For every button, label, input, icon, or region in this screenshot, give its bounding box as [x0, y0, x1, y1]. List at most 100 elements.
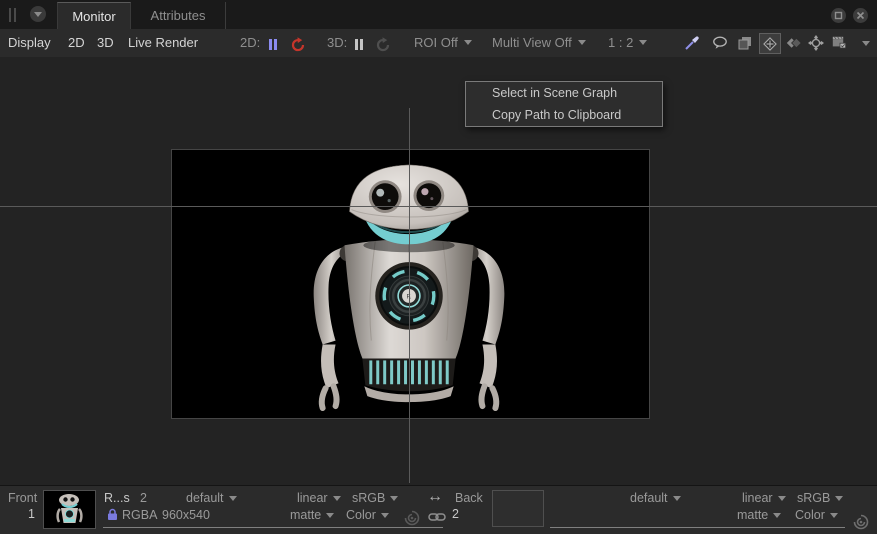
back-preset-dropdown[interactable]: default [630, 491, 681, 505]
menu-item-select-in-scene-graph[interactable]: Select in Scene Graph [466, 82, 662, 104]
render-settings-icon[interactable] [832, 34, 848, 50]
back-channel-view-value: Color [795, 508, 825, 522]
chevron-down-icon [326, 513, 334, 518]
tab-monitor-label: Monitor [72, 9, 115, 24]
chevron-down-icon [778, 496, 786, 501]
robot-thumbnail-image [44, 491, 95, 528]
front-preset-dropdown[interactable]: default [186, 491, 237, 505]
back-display-value: sRGB [797, 491, 830, 505]
tab-attributes[interactable]: Attributes [131, 2, 225, 29]
pause-2d-icon[interactable] [269, 39, 278, 50]
float-panel-button[interactable] [831, 8, 846, 23]
front-colorspace-dropdown[interactable]: linear [297, 491, 341, 505]
multi-view-label: Multi View Off [492, 35, 572, 50]
render-swirl-icon[interactable] [404, 510, 420, 526]
maximize-icon [834, 11, 843, 20]
front-display-value: sRGB [352, 491, 385, 505]
tab-monitor[interactable]: Monitor [57, 2, 131, 29]
front-section-slider[interactable] [103, 527, 443, 528]
crosshair-horizontal [0, 206, 877, 207]
front-slot-label: Front [8, 491, 37, 505]
pan-diamond-icon [763, 37, 777, 51]
back-colorspace-dropdown[interactable]: linear [742, 491, 786, 505]
back-slot-number: 2 [452, 507, 459, 521]
monitor-panel: Monitor Attributes Display 2D 3D Live Re… [0, 0, 877, 534]
link-buffers-icon[interactable] [428, 512, 446, 522]
crosshair-vertical [409, 108, 410, 483]
refresh-2d-icon[interactable] [290, 37, 306, 53]
menu-2d[interactable]: 2D [68, 35, 85, 50]
tab-attributes-label: Attributes [151, 8, 206, 23]
chevron-down-icon [229, 496, 237, 501]
back-display-dropdown[interactable]: sRGB [797, 491, 843, 505]
front-colorspace-value: linear [297, 491, 328, 505]
front-channels: RGBA [122, 508, 157, 522]
render-settings-chevron-icon[interactable] [862, 41, 870, 46]
back-channel-view-dropdown[interactable]: Color [795, 508, 838, 522]
close-panel-button[interactable] [853, 8, 868, 23]
menu-display[interactable]: Display [8, 35, 51, 50]
chevron-down-icon [34, 12, 42, 17]
buffer-bar: Front 1 R...s 2 RGBA 960x540 default lin… [0, 485, 877, 534]
back-slot-label: Back [455, 491, 483, 505]
front-matte-value: matte [290, 508, 321, 522]
roi-label: ROI Off [414, 35, 458, 50]
pan-tool-button[interactable] [759, 33, 781, 54]
chevron-down-icon [639, 40, 647, 45]
front-slot-number: 1 [28, 507, 35, 521]
label-3d-render: 3D: [327, 35, 347, 50]
label-2d-render: 2D: [240, 35, 260, 50]
chevron-down-icon [578, 40, 586, 45]
back-buffer-thumbnail[interactable] [492, 490, 544, 527]
panel-menu-button[interactable] [30, 6, 46, 22]
robot-render-image: F. [172, 150, 649, 418]
chevron-down-icon [464, 40, 472, 45]
chevron-down-icon [673, 496, 681, 501]
back-colorspace-value: linear [742, 491, 773, 505]
front-render-name: R...s [104, 491, 130, 505]
chevron-down-icon [830, 513, 838, 518]
eyedropper-icon[interactable] [684, 35, 700, 51]
tab-divider [225, 2, 226, 29]
front-resolution: 960x540 [162, 508, 210, 522]
back-matte-dropdown[interactable]: matte [737, 508, 781, 522]
panel-drag-handle[interactable] [9, 8, 17, 22]
render-swirl-icon[interactable] [853, 514, 869, 530]
roi-dropdown[interactable]: ROI Off [414, 35, 472, 50]
chevron-down-icon [773, 513, 781, 518]
menu-item-copy-path-to-clipboard[interactable]: Copy Path to Clipboard [466, 104, 662, 126]
back-matte-value: matte [737, 508, 768, 522]
front-render-count: 2 [140, 491, 147, 505]
lock-icon[interactable] [107, 508, 118, 521]
center-target-icon[interactable] [808, 35, 824, 51]
menu-live-render[interactable]: Live Render [128, 35, 198, 50]
front-display-dropdown[interactable]: sRGB [352, 491, 398, 505]
chevron-down-icon [390, 496, 398, 501]
context-menu: Select in Scene Graph Copy Path to Clipb… [465, 81, 663, 127]
back-preset-value: default [630, 491, 668, 505]
tab-strip: Monitor Attributes [0, 0, 877, 29]
front-matte-dropdown[interactable]: matte [290, 508, 334, 522]
front-preset-value: default [186, 491, 224, 505]
close-icon [856, 11, 865, 20]
double-diamond-icon[interactable] [786, 35, 802, 51]
compare-layers-icon[interactable] [737, 35, 753, 51]
front-channel-view-dropdown[interactable]: Color [346, 508, 389, 522]
front-buffer-thumbnail[interactable] [43, 490, 96, 529]
chevron-down-icon [835, 496, 843, 501]
pause-3d-icon[interactable] [355, 39, 364, 50]
back-section-slider[interactable] [550, 527, 845, 528]
multi-view-dropdown[interactable]: Multi View Off [492, 35, 586, 50]
front-channel-view-value: Color [346, 508, 376, 522]
zoom-ratio-label: 1 : 2 [608, 35, 633, 50]
zoom-ratio-dropdown[interactable]: 1 : 2 [608, 35, 647, 50]
refresh-3d-icon[interactable] [375, 37, 391, 53]
monitor-toolbar: Display 2D 3D Live Render 2D: 3D: ROI Of… [0, 29, 877, 57]
comment-bubble-icon[interactable] [712, 35, 728, 51]
viewport[interactable]: F. [0, 57, 877, 485]
swap-buffers-icon[interactable]: ↔ [427, 488, 443, 506]
chevron-down-icon [381, 513, 389, 518]
chevron-down-icon [333, 496, 341, 501]
menu-3d[interactable]: 3D [97, 35, 114, 50]
render-image-area[interactable]: F. [171, 149, 650, 419]
